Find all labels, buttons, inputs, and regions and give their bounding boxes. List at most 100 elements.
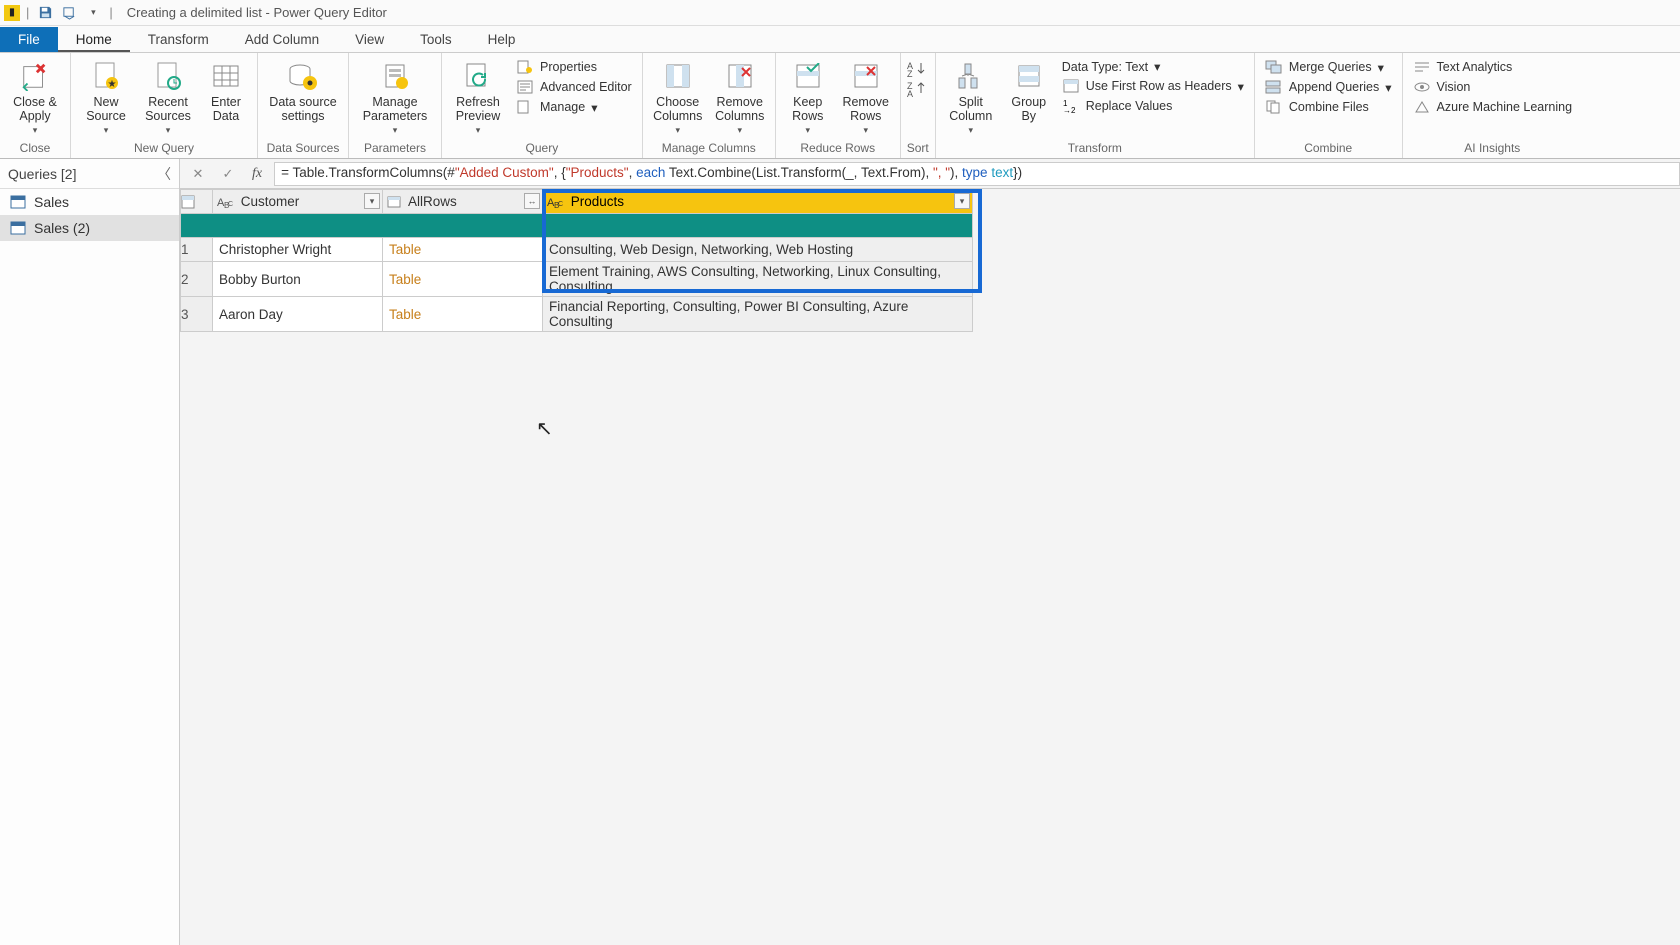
manage-parameters-icon	[378, 59, 412, 93]
merge-queries-button[interactable]: Merge Queries ▾	[1261, 58, 1396, 76]
save-icon[interactable]	[35, 3, 55, 23]
text-type-icon: ABC	[547, 195, 563, 209]
properties-icon	[516, 59, 534, 75]
new-source-icon: ★	[89, 59, 123, 93]
tab-file[interactable]: File	[0, 27, 58, 52]
properties-button[interactable]: Properties	[512, 58, 636, 76]
data-source-settings-button[interactable]: Data source settings	[264, 55, 342, 123]
keep-rows-button[interactable]: Keep Rows▾	[782, 55, 834, 137]
column-header-products[interactable]: ABC Products ▾	[543, 190, 973, 214]
text-analytics-button[interactable]: Text Analytics	[1409, 58, 1577, 76]
group-query: Refresh Preview▾ Properties Advanced Edi…	[442, 53, 643, 158]
group-reduce-rows: Keep Rows▾ Remove Rows▾ Reduce Rows	[776, 53, 901, 158]
queries-header: Queries [2] 〈	[0, 159, 179, 189]
choose-columns-icon	[661, 59, 695, 93]
split-column-icon	[954, 59, 988, 93]
manage-button[interactable]: Manage ▾	[512, 98, 636, 116]
choose-columns-button[interactable]: Choose Columns▾	[649, 55, 707, 137]
svg-text:★: ★	[108, 79, 117, 90]
table-icon	[10, 221, 26, 235]
group-combine: Merge Queries ▾ Append Queries ▾ Combine…	[1255, 53, 1403, 158]
sort-desc-button[interactable]: ZA	[907, 81, 927, 97]
fx-icon[interactable]: fx	[246, 166, 268, 182]
queries-pane: Queries [2] 〈 Sales Sales (2)	[0, 159, 180, 945]
table-icon	[10, 195, 26, 209]
remove-columns-button[interactable]: Remove Columns▾	[711, 55, 769, 137]
collapse-queries-icon[interactable]: 〈	[157, 164, 171, 184]
close-apply-button[interactable]: Close & Apply▾	[6, 55, 64, 137]
table-row[interactable]: 1 Christopher Wright Table Consulting, W…	[181, 238, 973, 262]
row-header-corner[interactable]	[181, 190, 213, 214]
text-type-icon: ABC	[217, 195, 233, 209]
recent-sources-button[interactable]: Recent Sources▾	[139, 55, 197, 137]
filter-dropdown-icon[interactable]: ▾	[954, 193, 970, 209]
new-source-button[interactable]: ★ New Source▾	[77, 55, 135, 137]
enter-data-button[interactable]: Enter Data	[201, 55, 251, 123]
tab-home[interactable]: Home	[58, 28, 130, 52]
formula-bar: ✕ ✓ fx = Table.TransformColumns(#"Added …	[180, 159, 1680, 189]
tab-transform[interactable]: Transform	[130, 28, 227, 52]
query-item-sales[interactable]: Sales	[0, 189, 179, 215]
formula-commit-button[interactable]: ✓	[216, 162, 240, 186]
use-first-row-button[interactable]: Use First Row as Headers ▾	[1058, 77, 1248, 95]
group-by-button[interactable]: Group By	[1004, 55, 1054, 123]
azure-ml-button[interactable]: Azure Machine Learning	[1409, 98, 1577, 116]
split-column-button[interactable]: Split Column▾	[942, 55, 1000, 137]
table-row[interactable]: 2 Bobby Burton Table Element Training, A…	[181, 262, 973, 297]
undo-dropdown-icon[interactable]	[59, 3, 79, 23]
svg-text:→2: →2	[1063, 106, 1076, 113]
svg-text:C: C	[228, 201, 233, 208]
remove-rows-button[interactable]: Remove Rows▾	[838, 55, 894, 137]
svg-text:A: A	[907, 89, 913, 97]
tab-add-column[interactable]: Add Column	[227, 28, 337, 52]
group-close: Close & Apply▾ Close	[0, 53, 71, 158]
append-queries-button[interactable]: Append Queries ▾	[1261, 78, 1396, 96]
advanced-editor-icon	[516, 79, 534, 95]
table-type-icon	[387, 196, 401, 208]
window-title: Creating a delimited list - Power Query …	[127, 5, 387, 20]
data-type-button[interactable]: Data Type: Text ▾	[1058, 58, 1248, 75]
append-icon	[1265, 79, 1283, 95]
vision-button[interactable]: Vision	[1409, 78, 1577, 96]
group-ai-insights: Text Analytics Vision Azure Machine Lear…	[1403, 53, 1583, 158]
azure-ml-icon	[1413, 99, 1431, 115]
group-parameters: Manage Parameters▾ Parameters	[349, 53, 442, 158]
title-bar: ▮ | ▾ | Creating a delimited list - Powe…	[0, 0, 1680, 26]
combine-files-button[interactable]: Combine Files	[1261, 98, 1396, 116]
formula-input[interactable]: = Table.TransformColumns(#"Added Custom"…	[274, 162, 1680, 186]
table-row[interactable]: 3 Aaron Day Table Financial Reporting, C…	[181, 297, 973, 332]
remove-columns-icon	[723, 59, 757, 93]
combine-files-icon	[1265, 99, 1283, 115]
ribbon-tabs: File Home Transform Add Column View Tool…	[0, 26, 1680, 53]
manage-parameters-button[interactable]: Manage Parameters▾	[355, 55, 435, 137]
data-source-settings-icon	[286, 59, 320, 93]
app-icon: ▮	[4, 5, 20, 21]
group-data-sources: Data source settings Data Sources	[258, 53, 349, 158]
replace-values-button[interactable]: 1→2Replace Values	[1058, 97, 1248, 115]
recent-sources-icon	[151, 59, 185, 93]
sort-asc-button[interactable]: AZ	[907, 61, 927, 77]
advanced-editor-button[interactable]: Advanced Editor	[512, 78, 636, 96]
first-row-icon	[1062, 78, 1080, 94]
tab-view[interactable]: View	[337, 28, 402, 52]
column-header-allrows[interactable]: AllRows ↔	[383, 190, 543, 214]
keep-rows-icon	[791, 59, 825, 93]
group-by-icon	[1012, 59, 1046, 93]
svg-text:Z: Z	[907, 69, 913, 77]
qat-caret-icon[interactable]: ▾	[83, 3, 103, 23]
column-header-customer[interactable]: ABC Customer ▾	[213, 190, 383, 214]
formula-cancel-button[interactable]: ✕	[186, 162, 210, 186]
tab-help[interactable]: Help	[470, 28, 534, 52]
filter-dropdown-icon[interactable]: ▾	[364, 193, 380, 209]
manage-icon	[516, 99, 534, 115]
query-item-sales-2[interactable]: Sales (2)	[0, 215, 179, 241]
expand-icon[interactable]: ↔	[524, 193, 540, 209]
tab-tools[interactable]: Tools	[402, 28, 470, 52]
merge-icon	[1265, 59, 1283, 75]
main-area: ✕ ✓ fx = Table.TransformColumns(#"Added …	[180, 159, 1680, 945]
group-manage-columns: Choose Columns▾ Remove Columns▾ Manage C…	[643, 53, 776, 158]
group-new-query: ★ New Source▾ Recent Sources▾ Enter Data…	[71, 53, 258, 158]
enter-data-icon	[209, 59, 243, 93]
refresh-preview-button[interactable]: Refresh Preview▾	[448, 55, 508, 137]
data-grid[interactable]: ABC Customer ▾ AllRows ↔ ABC Products ▾	[180, 189, 973, 332]
